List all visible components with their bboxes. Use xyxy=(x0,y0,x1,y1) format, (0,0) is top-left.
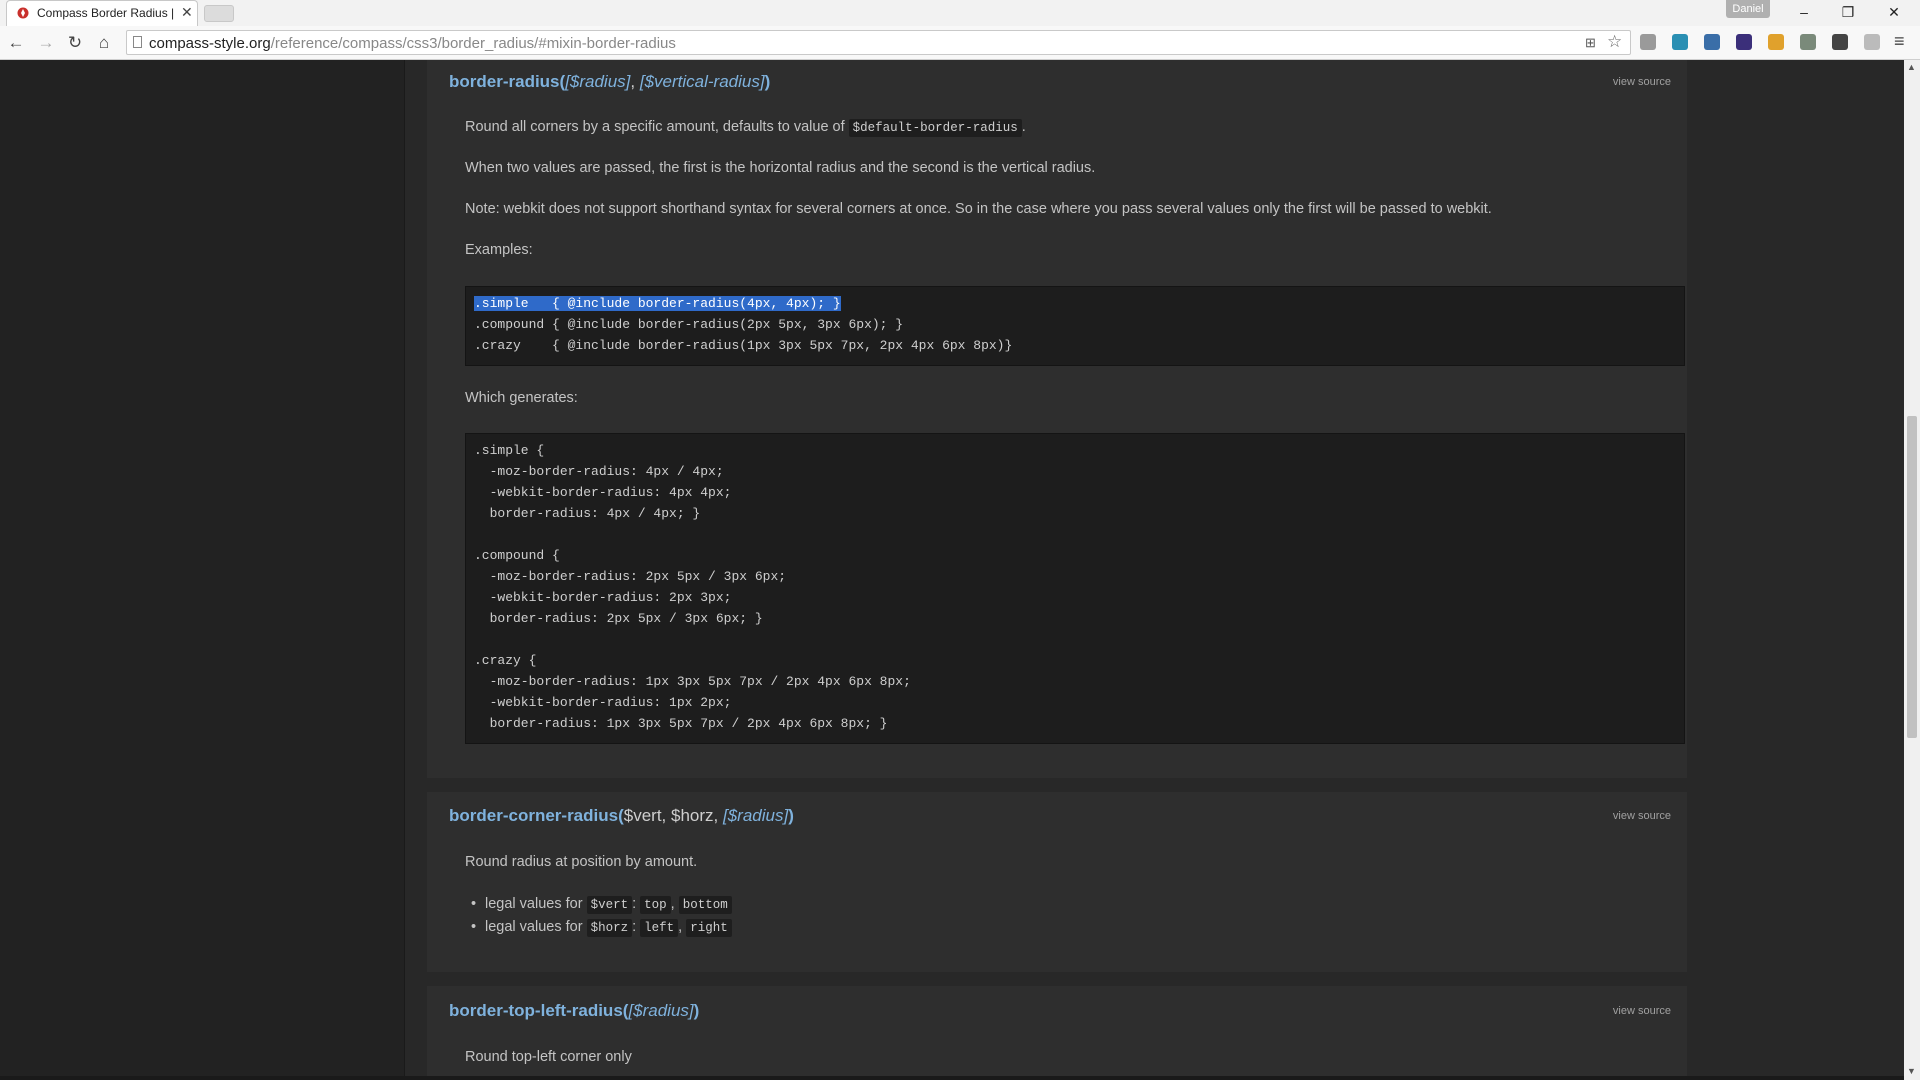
inline-code: left xyxy=(640,919,679,937)
compass-favicon-icon xyxy=(17,7,29,19)
address-bar[interactable]: compass-style.org/reference/compass/css3… xyxy=(126,30,1631,55)
code-line: .compound { xyxy=(474,548,560,563)
code-line: .simple { @include border-radius(4px, 4p… xyxy=(474,296,841,311)
code-line: -moz-border-radius: 4px / 4px; xyxy=(474,464,724,479)
home-icon[interactable]: ⌂ xyxy=(93,32,115,54)
extension-3-icon[interactable] xyxy=(1704,34,1720,50)
profile-badge[interactable]: Daniel xyxy=(1726,0,1770,18)
code-line: .compound { @include border-radius(2px 5… xyxy=(474,317,904,332)
generated-code-block[interactable]: .simple { -moz-border-radius: 4px / 4px;… xyxy=(465,433,1685,744)
view-source-link[interactable]: view source xyxy=(1613,1005,1671,1017)
new-tab-button[interactable] xyxy=(204,5,234,22)
description-default: Round all corners by a specific amount, … xyxy=(465,119,1026,137)
code-line: -moz-border-radius: 2px 5px / 3px 6px; xyxy=(474,569,787,584)
inline-code: $default-border-radius xyxy=(848,119,1022,137)
view-source-link[interactable]: view source xyxy=(1613,76,1671,88)
translate-icon[interactable]: ⊞ xyxy=(1585,35,1596,51)
vertical-scrollbar[interactable]: ▲ ▼ xyxy=(1904,60,1920,1080)
tab-compass-border-radius[interactable]: Compass Border Radius | ✕ xyxy=(6,0,198,26)
scroll-up-arrow-icon[interactable]: ▲ xyxy=(1907,62,1916,72)
bookmark-star-icon[interactable]: ☆ xyxy=(1607,32,1622,52)
desc-text: Round all corners by a specific amount, … xyxy=(465,119,845,135)
examples-heading: Examples: xyxy=(465,242,533,258)
browser-toolbar: ← → ↻ ⌂ compass-style.org/reference/comp… xyxy=(0,26,1920,60)
code-line: border-radius: 1px 3px 5px 7px / 2px 4px… xyxy=(474,716,888,731)
extension-1-icon[interactable] xyxy=(1640,34,1656,50)
code-line: .crazy { xyxy=(474,653,537,668)
mixin-arg: $horz xyxy=(671,806,714,825)
code-line: .simple { xyxy=(474,443,545,458)
scroll-thumb[interactable] xyxy=(1907,416,1917,738)
mixin-name: border-corner-radius( xyxy=(449,806,624,825)
restore-button[interactable]: ❐ xyxy=(1832,2,1864,22)
inline-code: $vert xyxy=(586,896,633,914)
bottom-edge xyxy=(0,1076,1904,1080)
desc-period: . xyxy=(1021,119,1026,135)
list-item: • legal values for $vert: top, bottom xyxy=(471,896,732,914)
mixin-close-paren: ) xyxy=(788,806,794,825)
menu-icon[interactable]: ≡ xyxy=(1894,31,1905,52)
mixin-close-paren: ) xyxy=(693,1001,700,1020)
extension-7-icon[interactable] xyxy=(1832,34,1848,50)
extension-8-icon[interactable] xyxy=(1864,34,1880,50)
inline-code: right xyxy=(686,919,732,937)
extension-6-icon[interactable] xyxy=(1800,34,1816,50)
description: Round radius at position by amount. xyxy=(465,854,698,870)
page-icon xyxy=(133,36,142,48)
extension-4-icon[interactable] xyxy=(1736,34,1752,50)
mixin-name: border-top-left-radius( xyxy=(449,1001,629,1020)
generates-heading: Which generates: xyxy=(465,390,578,406)
code-line: border-radius: 2px 5px / 3px 6px; } xyxy=(474,611,763,626)
back-icon[interactable]: ← xyxy=(5,32,27,54)
mixin-arg: [$vertical-radius] xyxy=(639,72,765,91)
close-window-button[interactable]: ✕ xyxy=(1878,2,1910,22)
list-item-label: legal values for xyxy=(485,919,583,935)
code-line: -webkit-border-radius: 2px 3px; xyxy=(474,590,732,605)
extension-2-icon[interactable] xyxy=(1672,34,1688,50)
code-line: -webkit-border-radius: 1px 2px; xyxy=(474,695,732,710)
code-line: -webkit-border-radius: 4px 4px; xyxy=(474,485,732,500)
mixin-name: border-radius( xyxy=(449,72,566,91)
list-item: • legal values for $horz: left, right xyxy=(471,919,732,937)
inline-code: $horz xyxy=(586,919,633,937)
description-two-values: When two values are passed, the first is… xyxy=(465,160,1096,176)
selected-code-line: .simple { @include border-radius(4px, 4p… xyxy=(474,296,841,311)
code-line: -moz-border-radius: 1px 3px 5px 7px / 2p… xyxy=(474,674,911,689)
main-content: border-radius([$radius], [$vertical-radi… xyxy=(405,60,1904,1080)
extension-5-icon[interactable] xyxy=(1768,34,1784,50)
mixin-arg: [$radius] xyxy=(722,806,789,825)
url-text[interactable]: compass-style.org/reference/compass/css3… xyxy=(149,35,676,52)
description-webkit-note: Note: webkit does not support shorthand … xyxy=(465,201,1492,217)
mixin-border-corner-radius: border-corner-radius($vert, $horz, [$rad… xyxy=(427,792,1687,972)
tab-close-icon[interactable]: ✕ xyxy=(181,4,193,21)
mixin-signature[interactable]: border-top-left-radius([$radius]) xyxy=(449,1001,699,1021)
examples-code-block[interactable]: .simple { @include border-radius(4px, 4p… xyxy=(465,286,1685,366)
inline-code: bottom xyxy=(678,896,732,914)
mixin-arg: [$radius] xyxy=(565,72,631,91)
inline-code: top xyxy=(640,896,671,914)
page-viewport: border-radius([$radius], [$vertical-radi… xyxy=(0,60,1904,1080)
minimize-button[interactable]: – xyxy=(1788,2,1820,22)
code-line: .crazy { @include border-radius(1px 3px … xyxy=(474,338,1013,353)
mixin-close-paren: ) xyxy=(764,72,771,91)
mixin-border-top-left-radius: border-top-left-radius([$radius]) view s… xyxy=(427,986,1687,1080)
mixin-signature[interactable]: border-corner-radius($vert, $horz, [$rad… xyxy=(449,806,794,826)
scroll-down-arrow-icon[interactable]: ▼ xyxy=(1907,1066,1916,1076)
code-line: border-radius: 4px / 4px; } xyxy=(474,506,701,521)
reload-icon[interactable]: ↻ xyxy=(64,32,86,54)
description: Round top-left corner only xyxy=(465,1049,632,1065)
tab-strip: Compass Border Radius | ✕ Daniel – ❐ ✕ xyxy=(0,0,1920,26)
view-source-link[interactable]: view source xyxy=(1613,810,1671,822)
mixin-border-radius: border-radius([$radius], [$vertical-radi… xyxy=(427,60,1687,778)
list-item-label: legal values for xyxy=(485,896,583,912)
tab-title: Compass Border Radius | xyxy=(37,6,175,20)
left-sidebar xyxy=(0,60,405,1080)
mixin-arg: [$radius] xyxy=(628,1001,694,1020)
url-host: compass-style.org xyxy=(149,35,271,52)
forward-icon[interactable]: → xyxy=(35,32,57,54)
url-path: /reference/compass/css3/border_radius/#m… xyxy=(270,35,676,52)
mixin-arg: $vert xyxy=(623,806,662,825)
mixin-signature[interactable]: border-radius([$radius], [$vertical-radi… xyxy=(449,72,770,92)
